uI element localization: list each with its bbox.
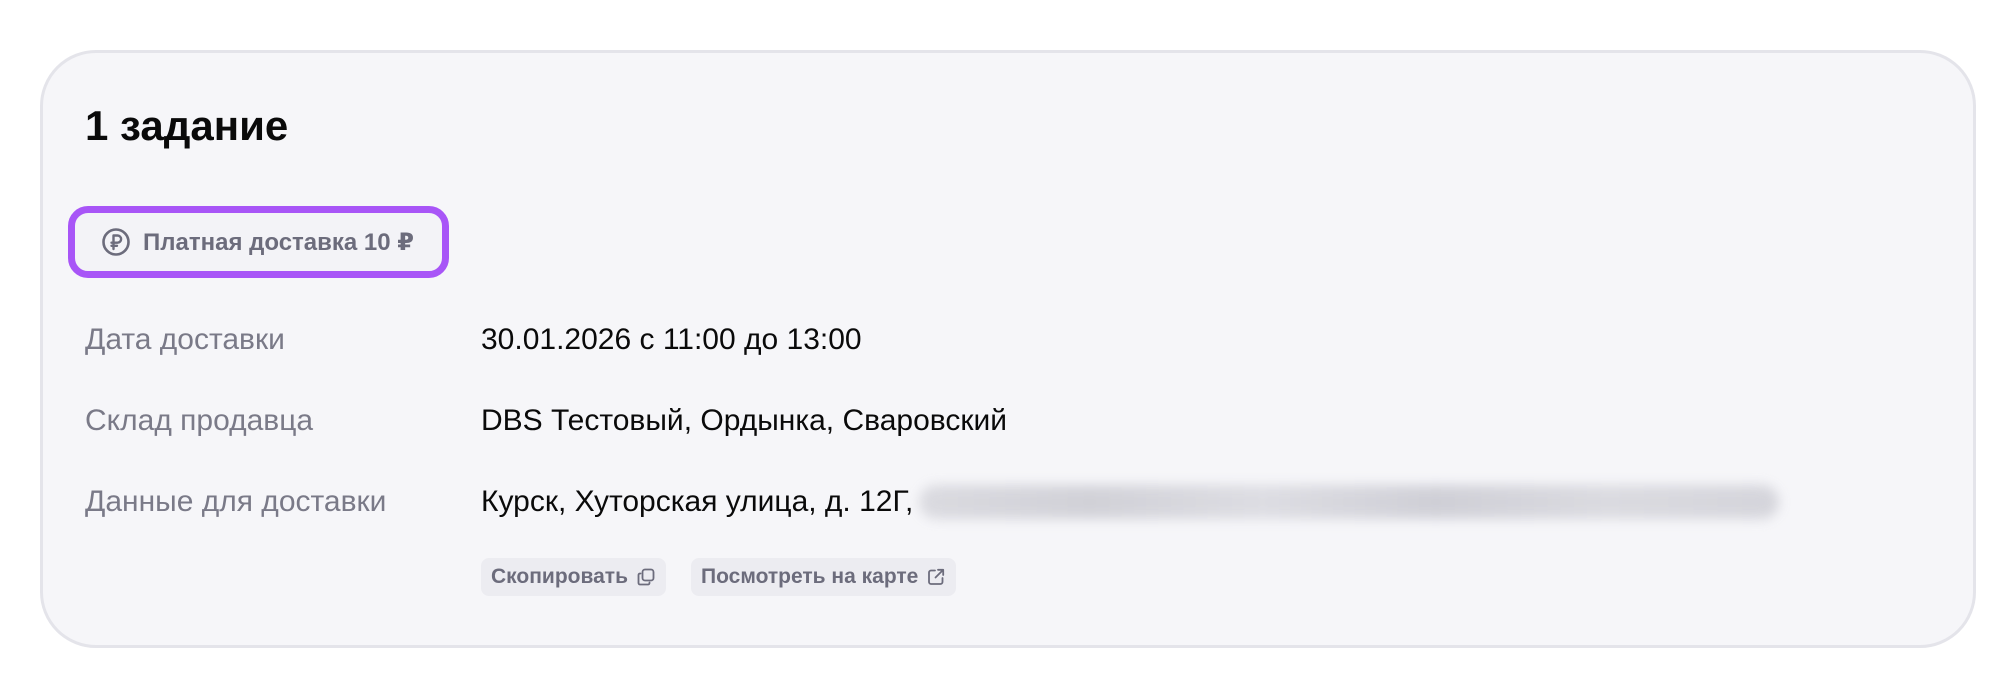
delivery-date-label: Дата доставки <box>85 323 285 356</box>
delivery-address-row: Курск, Хуторская улица, д. 12Г, <box>481 485 1780 519</box>
copy-button-label: Скопировать <box>491 565 628 588</box>
copy-address-button[interactable]: Скопировать <box>481 558 666 596</box>
task-card: 1 задание Платная доставка 10 ₽ Дата дос… <box>40 50 1976 648</box>
task-title: 1 задание <box>85 102 289 149</box>
external-link-icon <box>928 568 945 585</box>
seller-warehouse-label: Склад продавца <box>85 404 314 437</box>
delivery-address-value: Курск, Хуторская улица, д. 12Г, <box>481 485 914 518</box>
paid-delivery-badge: Платная доставка 10 ₽ <box>68 206 449 278</box>
badge-label: Платная доставка 10 ₽ <box>143 228 414 256</box>
seller-warehouse-value: DBS Тестовый, Ордынка, Сваровский <box>481 404 1008 437</box>
view-on-map-link[interactable]: Посмотреть на карте <box>691 558 957 596</box>
copy-icon <box>637 568 655 586</box>
map-link-label: Посмотреть на карте <box>701 565 919 588</box>
delivery-date-value: 30.01.2026 с 11:00 до 13:00 <box>481 323 862 356</box>
delivery-data-label: Данные для доставки <box>85 485 387 518</box>
ruble-circle-icon <box>102 228 130 256</box>
blurred-address-details <box>919 485 1780 519</box>
